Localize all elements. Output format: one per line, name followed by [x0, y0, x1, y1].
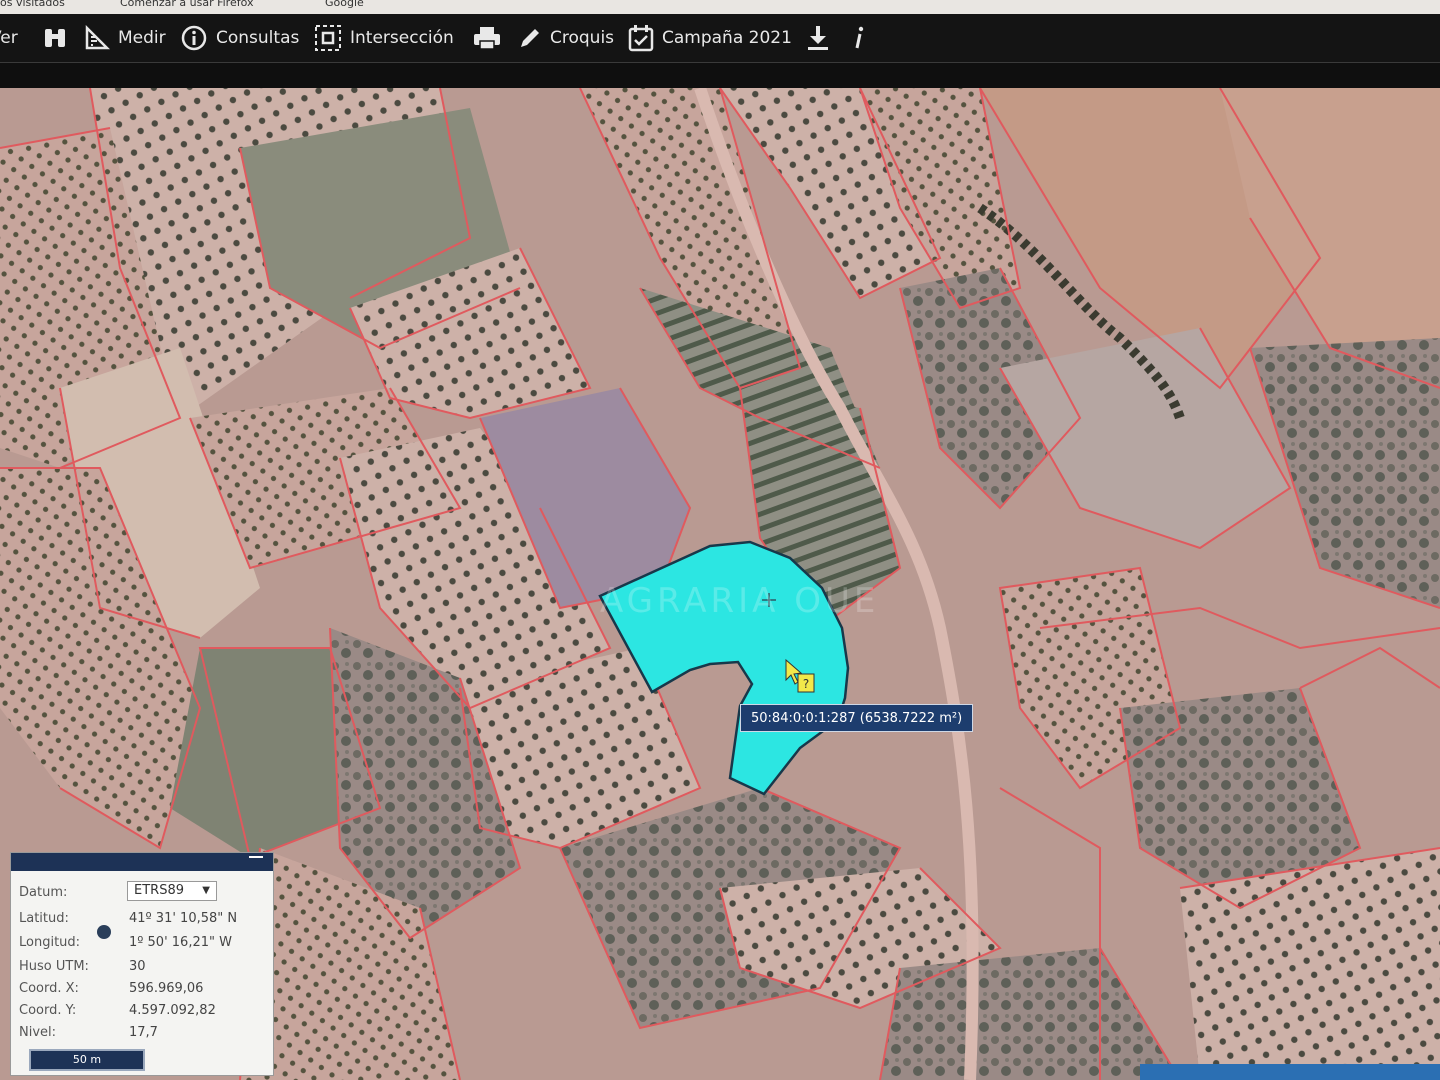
- info-button[interactable]: [852, 23, 866, 53]
- bookmark-google[interactable]: Google: [325, 0, 364, 9]
- ver-label: Ver: [0, 28, 18, 48]
- search-button[interactable]: [42, 23, 68, 53]
- coord-y-label: Coord. Y:: [19, 1003, 77, 1018]
- info-icon: [852, 24, 866, 52]
- ver-button[interactable]: Ver: [0, 23, 18, 53]
- lon-value: 1º 50' 16,21" W: [129, 935, 232, 950]
- datum-select[interactable]: ETRS89 ▼: [127, 881, 217, 901]
- chevron-down-icon: ▼: [202, 885, 210, 896]
- os-taskbar: [1140, 1064, 1440, 1080]
- bookmark-visited[interactable]: os visitados: [0, 0, 65, 9]
- calendar-check-icon: [628, 24, 654, 52]
- coordinates-panel: Datum: ETRS89 ▼ Latitud: 41º 31' 10,58" …: [10, 852, 274, 1076]
- measure-button[interactable]: Medir: [84, 23, 166, 53]
- bookmarks-bar: os visitados Comenzar a usar Firefox Goo…: [0, 0, 1440, 14]
- panel-header: [11, 853, 273, 871]
- download-button[interactable]: [806, 23, 830, 53]
- lon-label: Longitud:: [19, 935, 81, 950]
- consultas-button[interactable]: Consultas: [180, 23, 299, 53]
- scale-bar: 50 m: [29, 1049, 145, 1071]
- nivel-label: Nivel:: [19, 1025, 57, 1040]
- lat-value: 41º 31' 10,58" N: [129, 911, 238, 926]
- measure-label: Medir: [118, 28, 166, 48]
- croquis-label: Croquis: [550, 28, 615, 48]
- map-toolbar: Ver Medir Consultas Intersección Croquis: [0, 14, 1440, 62]
- utm-label: Huso UTM:: [19, 959, 89, 974]
- download-icon: [806, 24, 830, 52]
- croquis-button[interactable]: Croquis: [518, 23, 614, 53]
- coord-y-value: 4.597.092,82: [129, 1003, 216, 1018]
- datum-label: Datum:: [19, 885, 68, 900]
- info-circle-icon: [180, 24, 208, 52]
- ruler-icon: [84, 25, 110, 51]
- nivel-value: 17,7: [129, 1025, 158, 1040]
- globe-icon[interactable]: [97, 925, 111, 939]
- pencil-icon: [518, 26, 542, 50]
- lat-label: Latitud:: [19, 911, 69, 926]
- interseccion-label: Intersección: [350, 28, 454, 48]
- interseccion-button[interactable]: Intersección: [314, 23, 454, 53]
- minimize-icon[interactable]: [249, 856, 263, 858]
- parcel-tooltip: 50:84:0:0:1:287 (6538.7222 m²): [740, 704, 974, 732]
- binoculars-icon: [42, 25, 68, 51]
- coord-x-label: Coord. X:: [19, 981, 79, 996]
- map-watermark: AGRARIA OUE: [600, 581, 879, 621]
- print-button[interactable]: [472, 23, 502, 53]
- intersection-icon: [314, 24, 342, 52]
- toolbar-divider: [0, 62, 1440, 89]
- datum-value: ETRS89: [134, 883, 184, 898]
- campana-label: Campaña 2021: [662, 28, 792, 48]
- coord-x-value: 596.969,06: [129, 981, 204, 996]
- printer-icon: [472, 24, 502, 52]
- bookmark-firefox[interactable]: Comenzar a usar Firefox: [120, 0, 254, 9]
- cursor-help-glyph: ?: [803, 677, 809, 691]
- utm-value: 30: [129, 959, 146, 974]
- consultas-label: Consultas: [216, 28, 300, 48]
- campana-button[interactable]: Campaña 2021: [628, 23, 792, 53]
